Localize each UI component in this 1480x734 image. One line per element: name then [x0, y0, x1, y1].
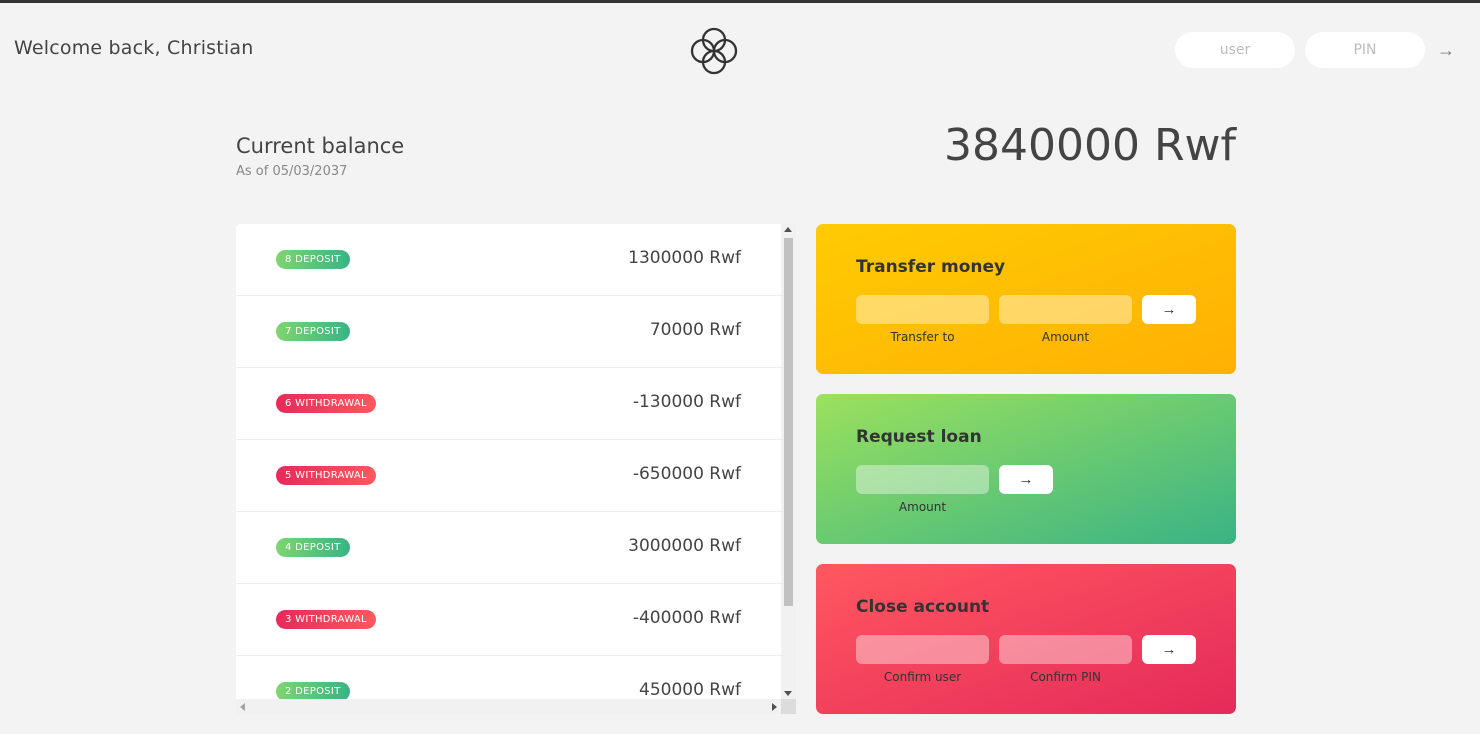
loan-amount-label: Amount — [898, 500, 947, 514]
scrollbar-corner — [781, 699, 796, 714]
movement-row: 4 deposit 3000000 Rwf — [236, 512, 781, 584]
scroll-right-icon[interactable] — [772, 703, 777, 711]
transfer-to-input[interactable] — [856, 295, 989, 324]
confirm-pin-input[interactable] — [999, 635, 1132, 664]
movement-value: 1300000 Rwf — [628, 248, 741, 268]
scroll-down-icon[interactable] — [784, 691, 792, 696]
login-button[interactable]: → — [1433, 37, 1459, 63]
movement-row: 8 deposit 1300000 Rwf — [236, 224, 781, 296]
balance-date: As of 05/03/2037 — [236, 164, 348, 179]
movement-row: 3 withdrawal -400000 Rwf — [236, 584, 781, 656]
movement-value: 3000000 Rwf — [628, 536, 741, 556]
movement-value: 70000 Rwf — [649, 320, 741, 340]
confirm-pin-label: Confirm PIN — [1030, 670, 1101, 684]
balance-label: Current balance — [236, 134, 405, 158]
close-title: Close account — [856, 597, 990, 617]
transfer-money-card: Transfer money → Transfer to Amount — [816, 224, 1236, 374]
four-rings-logo-icon — [690, 27, 738, 75]
movement-type-badge: 5 withdrawal — [276, 466, 376, 485]
loan-submit-button[interactable]: → — [999, 465, 1053, 494]
movement-value: -130000 Rwf — [632, 392, 741, 412]
navbar: Welcome back, Christian → — [0, 3, 1480, 93]
balance-value: 3840000 Rwf — [944, 120, 1236, 171]
close-submit-button[interactable]: → — [1142, 635, 1196, 664]
confirm-user-label: Confirm user — [883, 670, 962, 684]
horizontal-scrollbar[interactable] — [236, 699, 781, 714]
welcome-message: Welcome back, Christian — [14, 37, 254, 59]
movement-type-badge: 2 deposit — [276, 682, 350, 699]
movement-row: 7 deposit 70000 Rwf — [236, 296, 781, 368]
movement-type-badge: 6 withdrawal — [276, 394, 376, 413]
movement-row: 6 withdrawal -130000 Rwf — [236, 368, 781, 440]
confirm-user-input[interactable] — [856, 635, 989, 664]
loan-amount-input[interactable] — [856, 465, 989, 494]
transfer-to-label: Transfer to — [890, 330, 955, 344]
movement-type-badge: 3 withdrawal — [276, 610, 376, 629]
close-account-card: Close account → Confirm user Confirm PIN — [816, 564, 1236, 714]
login-pin-input[interactable] — [1305, 32, 1425, 68]
transfer-submit-button[interactable]: → — [1142, 295, 1196, 324]
scroll-left-icon[interactable] — [240, 703, 245, 711]
movement-type-badge: 8 deposit — [276, 250, 350, 269]
movement-value: -650000 Rwf — [632, 464, 741, 484]
vertical-scrollbar[interactable] — [781, 224, 796, 699]
loan-title: Request loan — [856, 427, 982, 447]
movement-value: 450000 Rwf — [639, 680, 741, 699]
movement-value: -400000 Rwf — [632, 608, 741, 628]
movement-type-badge: 4 deposit — [276, 538, 350, 557]
transfer-title: Transfer money — [856, 257, 1006, 277]
transfer-amount-input[interactable] — [999, 295, 1132, 324]
scroll-up-icon[interactable] — [784, 227, 792, 232]
movement-row: 5 withdrawal -650000 Rwf — [236, 440, 781, 512]
vertical-scroll-thumb[interactable] — [784, 238, 793, 606]
movements-panel: 8 deposit 1300000 Rwf 7 deposit 70000 Rw… — [236, 224, 796, 714]
request-loan-card: Request loan → Amount — [816, 394, 1236, 544]
movements-list: 8 deposit 1300000 Rwf 7 deposit 70000 Rw… — [236, 224, 781, 699]
movement-row: 2 deposit 450000 Rwf — [236, 656, 781, 699]
movement-type-badge: 7 deposit — [276, 322, 350, 341]
transfer-amount-label: Amount — [1041, 330, 1090, 344]
login-user-input[interactable] — [1175, 32, 1295, 68]
